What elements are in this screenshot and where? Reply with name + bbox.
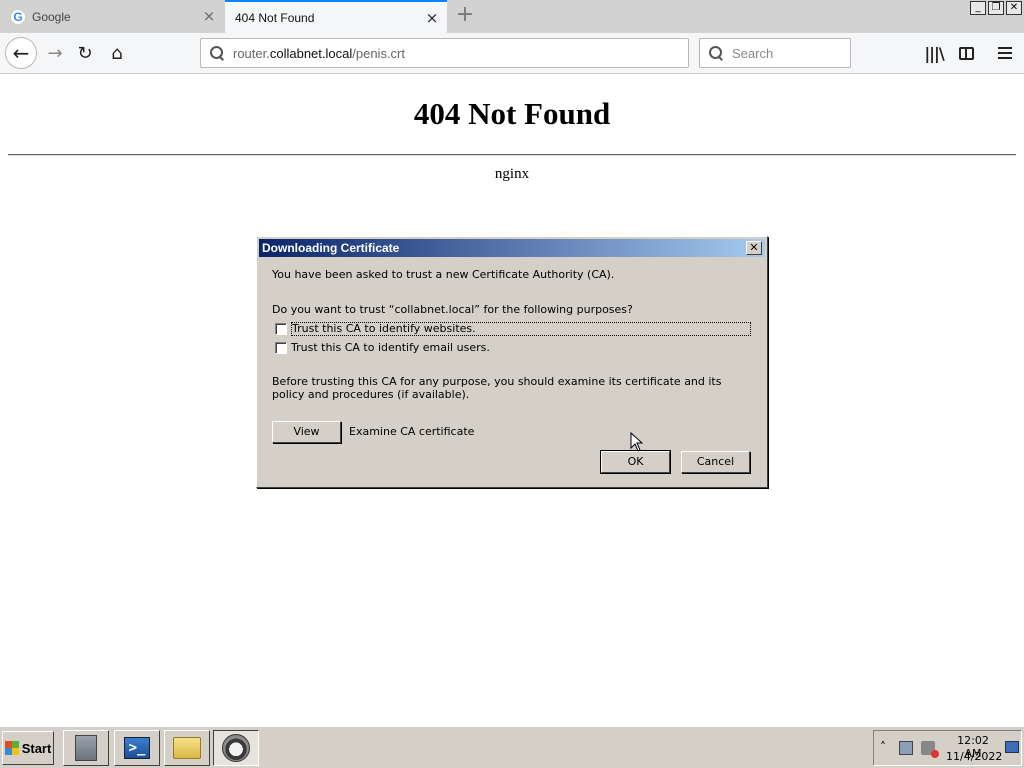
folder-icon bbox=[173, 737, 201, 759]
reload-icon: ↻ bbox=[77, 42, 93, 64]
navigation-toolbar: ← → ↻ ⌂ router. collabnet.local/penis.crt… bbox=[0, 33, 1024, 74]
trust-email-option[interactable]: Trust this CA to identify email users. bbox=[275, 341, 490, 354]
show-hidden-icons-chevron-icon[interactable]: ˄ bbox=[880, 740, 886, 754]
cancel-button[interactable]: Cancel bbox=[681, 451, 750, 473]
close-window-button[interactable]: ✕ bbox=[1006, 1, 1022, 15]
dialog-question-text: Do you want to trust “collabnet.local” f… bbox=[272, 303, 633, 316]
tab-404-not-found[interactable]: 404 Not Found × bbox=[225, 0, 447, 33]
library-icon[interactable]: |||\ bbox=[922, 41, 946, 65]
url-host: collabnet.local bbox=[269, 45, 353, 61]
system-tray: ˄ 12:02 AM 11/4/2022 bbox=[873, 730, 1022, 766]
restore-button[interactable]: ❐ bbox=[988, 1, 1004, 15]
trust-email-label: Trust this CA to identify email users. bbox=[291, 341, 490, 354]
dialog-title: Downloading Certificate bbox=[262, 241, 400, 255]
google-favicon-icon: G bbox=[10, 8, 26, 25]
divider bbox=[8, 154, 1016, 156]
search-placeholder: Search bbox=[732, 45, 774, 61]
close-tab-icon[interactable]: × bbox=[425, 11, 439, 26]
close-tab-icon[interactable]: × bbox=[202, 9, 216, 24]
url-path: /penis.crt bbox=[352, 45, 405, 61]
downloading-certificate-dialog: Downloading Certificate ✕ You have been … bbox=[256, 236, 768, 488]
back-button[interactable]: ← bbox=[5, 37, 37, 69]
minimize-button[interactable]: _ bbox=[970, 1, 986, 15]
url-bar[interactable]: router. collabnet.local/penis.crt bbox=[200, 38, 689, 68]
sidebar-icon[interactable] bbox=[954, 41, 978, 65]
search-input[interactable]: Search bbox=[699, 38, 851, 68]
mouse-cursor-icon bbox=[630, 432, 644, 452]
file-explorer-button[interactable] bbox=[164, 730, 210, 766]
home-button[interactable]: ⌂ bbox=[102, 38, 132, 68]
powershell-icon: >_ bbox=[124, 737, 150, 759]
tab-google[interactable]: G Google × bbox=[0, 0, 224, 33]
trust-websites-checkbox[interactable] bbox=[275, 323, 287, 335]
home-icon: ⌂ bbox=[111, 42, 123, 64]
ok-button[interactable]: OK bbox=[600, 450, 671, 474]
search-icon bbox=[209, 45, 225, 61]
arrow-left-icon: ← bbox=[12, 41, 30, 65]
windows-logo-icon bbox=[4, 741, 19, 755]
firefox-taskbar-button[interactable] bbox=[213, 730, 259, 766]
dialog-warning-text: Before trusting this CA for any purpose,… bbox=[272, 375, 722, 401]
arrow-right-icon: → bbox=[47, 42, 63, 64]
trust-websites-option[interactable]: Trust this CA to identify websites. bbox=[275, 322, 751, 336]
hamburger-menu-icon[interactable] bbox=[993, 41, 1017, 65]
start-button[interactable]: Start bbox=[2, 731, 54, 765]
volume-muted-icon[interactable] bbox=[921, 741, 939, 758]
show-desktop-icon[interactable] bbox=[1005, 741, 1019, 753]
server-manager-button[interactable] bbox=[63, 730, 109, 766]
taskbar: Start >_ ˄ 12:02 AM 11/4/2022 bbox=[0, 726, 1024, 768]
url-subdomain: router. bbox=[233, 45, 270, 61]
page-title: 404 Not Found bbox=[413, 96, 611, 131]
tab-label: 404 Not Found bbox=[235, 10, 315, 25]
trust-email-checkbox[interactable] bbox=[275, 341, 287, 354]
raccoon-browser-icon bbox=[222, 734, 250, 762]
network-icon[interactable] bbox=[899, 741, 913, 755]
dialog-close-button[interactable]: ✕ bbox=[746, 241, 762, 255]
tab-strip: G Google × 404 Not Found × + _ ❐ ✕ bbox=[0, 0, 1024, 33]
powershell-button[interactable]: >_ bbox=[114, 730, 160, 766]
new-tab-button[interactable]: + bbox=[454, 4, 476, 28]
examine-ca-label: Examine CA certificate bbox=[349, 425, 475, 438]
start-label: Start bbox=[21, 740, 52, 756]
search-icon bbox=[708, 45, 724, 61]
clock-date[interactable]: 11/4/2022 bbox=[946, 750, 1002, 763]
trust-websites-label: Trust this CA to identify websites. bbox=[291, 322, 751, 336]
server-manager-icon bbox=[75, 735, 97, 761]
server-name: nginx bbox=[494, 166, 530, 182]
dialog-titlebar: Downloading Certificate ✕ bbox=[259, 239, 765, 257]
view-certificate-button[interactable]: View bbox=[272, 421, 341, 443]
dialog-intro-text: You have been asked to trust a new Certi… bbox=[272, 268, 615, 281]
tab-label: Google bbox=[32, 9, 71, 24]
window-controls: _ ❐ ✕ bbox=[970, 1, 1022, 15]
reload-button[interactable]: ↻ bbox=[70, 38, 100, 68]
forward-button[interactable]: → bbox=[40, 38, 70, 68]
